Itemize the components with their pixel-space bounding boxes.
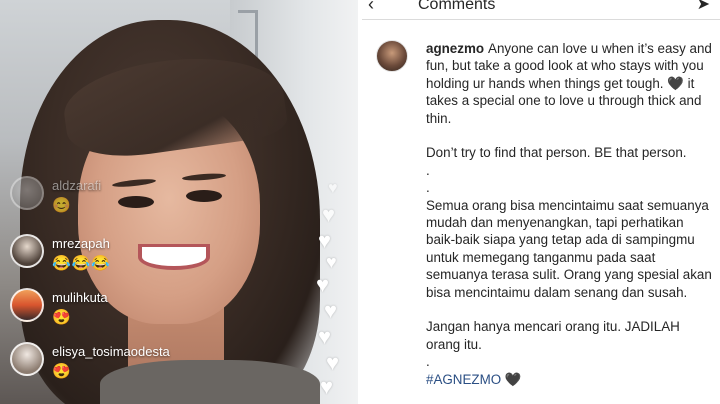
caption-paragraph: agnezmo Anyone can love u when it’s easy … [426,40,716,127]
caption-text: Jangan hanya mencari orang itu. JADILAH … [426,319,680,352]
caption-separator: . [426,162,430,178]
caption-text: Don’t try to find that person. BE that p… [426,145,687,161]
heart-icon: ♥ [322,202,336,227]
avatar[interactable] [10,176,44,210]
live-comment-username[interactable]: mulihkuta [52,290,108,305]
live-comment-text: 😍 [52,309,72,326]
live-comment-text: 😊 [52,197,72,214]
share-icon[interactable]: ➤ [697,0,710,14]
heart-icon: ♥ [324,298,338,323]
heart-icon: ♥ [326,252,337,272]
heart-icon: ♥ [316,272,330,297]
live-comment-username[interactable]: mrezapah [52,236,110,251]
hashtag-link[interactable]: #AGNEZMO 🖤 [426,371,716,388]
live-comment-text: 😍 [52,363,72,380]
comments-panel: ‹ Comments ➤ agnezmo Anyone can love u wh… [362,0,720,404]
post-username[interactable]: agnezmo [426,41,484,56]
caption-text: Semua orang bisa mencintaimu saat semuan… [426,197,712,300]
heart-icon: ♥ [318,324,332,349]
live-comment-username[interactable]: aldzarafi [52,178,101,193]
live-comments-list: aldzarafi 😊 mrezapah 😂😂😂 mulihkuta 😍 eli… [10,176,240,404]
live-video-panel: aldzarafi 😊 mrezapah 😂😂😂 mulihkuta 😍 eli… [0,0,358,404]
comments-header: ‹ Comments ➤ [362,0,720,20]
caption-separator: . [426,354,430,370]
avatar[interactable] [10,288,44,322]
avatar[interactable] [10,234,44,268]
live-comment: mrezapah 😂😂😂 [10,234,240,280]
page-title: Comments [418,0,496,13]
heart-icon: ♥ [326,350,340,375]
post-caption: agnezmo Anyone can love u when it’s easy … [426,40,716,388]
back-arrow-icon[interactable]: ‹ [368,0,374,15]
caption-separator: . [426,180,430,196]
live-comment: elisya_tosimaodesta 😍 [10,342,240,388]
heart-icon: ♥ [318,228,332,253]
live-comment: aldzarafi 😊 [10,176,240,222]
avatar[interactable] [376,40,408,72]
avatar[interactable] [10,342,44,376]
live-comment-text: 😂😂😂 [52,255,112,272]
live-comment: mulihkuta 😍 [10,288,240,334]
hearts-stream: ♥ ♥ ♥ ♥ ♥ ♥ ♥ ♥ ♥ [316,180,350,404]
live-comment-username[interactable]: elisya_tosimaodesta [52,344,170,359]
heart-icon: ♥ [328,180,338,197]
heart-icon: ♥ [320,374,334,399]
